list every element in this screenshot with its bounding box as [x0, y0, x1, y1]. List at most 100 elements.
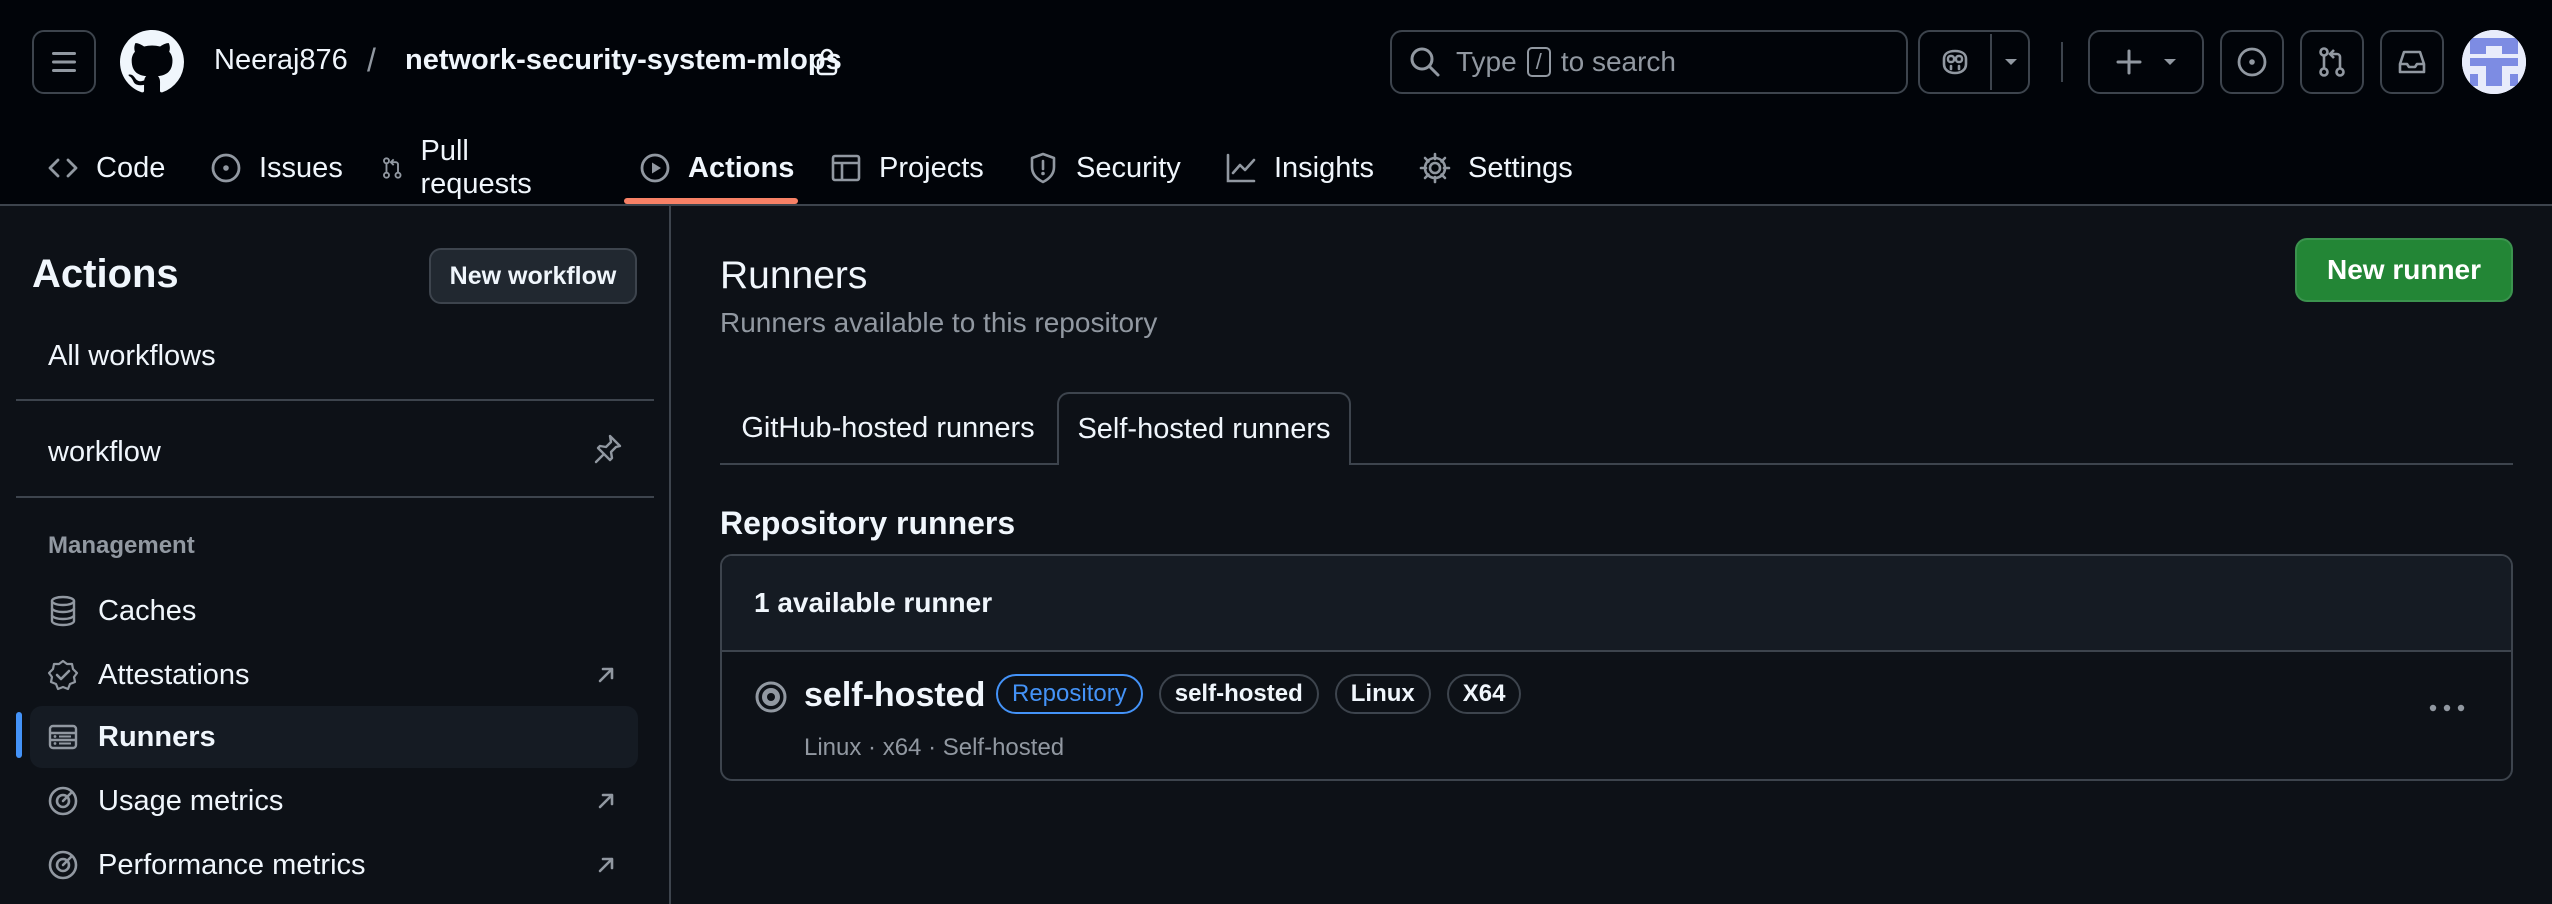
- page-subtitle: Runners available to this repository: [720, 307, 1158, 338]
- tab-insights[interactable]: Insights: [1224, 130, 1374, 206]
- tab-label: Self-hosted runners: [1077, 413, 1331, 445]
- triangle-down-icon: [2005, 59, 2017, 65]
- kebab-horizontal-icon[interactable]: [2427, 696, 2467, 720]
- section-title: Repository runners: [720, 505, 1016, 541]
- sidebar-item-label: Caches: [98, 594, 197, 627]
- gear-icon: [1419, 152, 1451, 184]
- runner-labels: Repository self-hosted Linux X64: [996, 674, 1522, 714]
- page-title: Runners: [720, 254, 868, 297]
- header-divider: [2061, 42, 2063, 82]
- sidebar-item-caches[interactable]: Caches: [30, 580, 638, 642]
- active-item-indicator: [16, 712, 22, 758]
- tab-pull-requests[interactable]: Pull requests: [380, 130, 541, 206]
- tab-github-hosted-runners[interactable]: GitHub-hosted runners: [720, 392, 1056, 465]
- link-external-icon: [598, 857, 614, 873]
- runner-label-repository: Repository: [996, 674, 1143, 714]
- sidebar-title: Actions: [32, 252, 179, 296]
- issue-opened-icon: [211, 153, 241, 183]
- link-external-icon: [598, 793, 614, 809]
- runners-count-header: 1 available runner: [722, 556, 2511, 652]
- copilot-icon: [1942, 49, 1968, 75]
- database-icon: [50, 595, 76, 627]
- tab-issues-label: Issues: [259, 151, 343, 184]
- issue-opened-icon: [2237, 47, 2267, 77]
- verified-icon: [47, 659, 79, 691]
- play-icon: [640, 153, 670, 183]
- copilot-button-group: [1918, 30, 2030, 94]
- search-icon: [1410, 47, 1440, 77]
- tab-security[interactable]: Security: [1026, 130, 1181, 206]
- tab-pull-requests-label: Pull requests: [420, 135, 532, 200]
- triangle-down-icon: [2164, 59, 2176, 65]
- search-placeholder: Type / to search: [1456, 46, 1676, 78]
- tab-code[interactable]: Code: [46, 130, 165, 206]
- create-new-button[interactable]: [2088, 30, 2204, 94]
- sidebar-item-label: Runners: [98, 720, 216, 753]
- breadcrumb-separator: /: [367, 42, 376, 78]
- new-workflow-button[interactable]: New workflow: [429, 248, 637, 304]
- avatar-identicon: [2462, 30, 2526, 94]
- sidebar-item-usage-metrics[interactable]: Usage metrics: [30, 770, 638, 832]
- sidebar-item-runners[interactable]: Runners: [30, 706, 638, 768]
- runner-label-linux: Linux: [1334, 674, 1431, 714]
- tab-projects-label: Projects: [879, 151, 984, 184]
- copilot-button[interactable]: [1920, 32, 1990, 92]
- sidebar-divider: [16, 496, 654, 498]
- actions-sidebar: Actions New workflow All workflows workf…: [0, 206, 671, 904]
- user-avatar[interactable]: [2462, 30, 2526, 94]
- search-input[interactable]: Type / to search: [1390, 30, 1908, 94]
- repo-owner-link[interactable]: Neeraj876: [214, 44, 348, 77]
- runner-label-self-hosted: self-hosted: [1158, 674, 1319, 714]
- pull-requests-button[interactable]: [2300, 30, 2364, 94]
- inbox-button[interactable]: [2380, 30, 2444, 94]
- search-placeholder-prefix: Type: [1456, 46, 1517, 77]
- sidebar-item-label: Performance metrics: [98, 848, 366, 881]
- table-icon: [831, 154, 861, 182]
- tab-actions[interactable]: Actions: [638, 130, 794, 206]
- sidebar-item-label: Attestations: [98, 658, 250, 691]
- issues-button[interactable]: [2220, 30, 2284, 94]
- tab-issues[interactable]: Issues: [209, 130, 343, 206]
- shield-icon: [1030, 152, 1056, 184]
- runner-meta: Linux · x64 · Self-hosted: [804, 734, 1065, 761]
- runner-idle-status-icon: [755, 681, 787, 713]
- active-tab-underline: [624, 198, 798, 204]
- runner-row[interactable]: self-hosted Repository self-hosted Linux…: [722, 652, 2511, 779]
- tab-label: GitHub-hosted runners: [741, 412, 1035, 444]
- plus-icon: [2116, 49, 2142, 75]
- tab-settings[interactable]: Settings: [1418, 130, 1573, 206]
- pin-icon[interactable]: [590, 432, 624, 466]
- copilot-menu-button[interactable]: [1992, 32, 2030, 92]
- meter-icon: [48, 786, 78, 816]
- workflow-link[interactable]: workflow: [48, 436, 161, 469]
- code-icon: [48, 158, 78, 178]
- tab-code-label: Code: [96, 151, 166, 184]
- runners-count: 1 available runner: [754, 587, 993, 618]
- git-pull-request-icon: [2319, 47, 2345, 77]
- tab-projects[interactable]: Projects: [829, 130, 984, 206]
- tab-settings-label: Settings: [1468, 151, 1573, 184]
- sidebar-item-attestations[interactable]: Attestations: [30, 644, 638, 706]
- three-bars-icon: [52, 52, 76, 72]
- global-header: Neeraj876 / network-security-system-mlop…: [0, 0, 2552, 206]
- runners-list: 1 available runner self-hosted Repositor…: [720, 554, 2513, 781]
- tab-insights-label: Insights: [1274, 151, 1374, 184]
- inbox-icon: [2398, 50, 2426, 74]
- open-menu-button[interactable]: [32, 30, 96, 94]
- management-heading: Management: [48, 532, 195, 559]
- github-logo-icon[interactable]: [120, 30, 184, 94]
- runner-name-link[interactable]: self-hosted: [804, 676, 985, 715]
- repo-name-link[interactable]: network-security-system-mlops: [405, 44, 842, 77]
- new-runner-button[interactable]: New runner: [2295, 238, 2513, 302]
- search-shortcut-key: /: [1526, 47, 1551, 77]
- search-placeholder-suffix: to search: [1560, 46, 1676, 77]
- tab-self-hosted-runners[interactable]: Self-hosted runners: [1057, 392, 1351, 465]
- server-icon: [48, 724, 78, 750]
- link-external-icon: [598, 667, 614, 683]
- all-workflows-link[interactable]: All workflows: [48, 340, 216, 373]
- tab-actions-label: Actions: [688, 151, 795, 184]
- sidebar-item-label: Usage metrics: [98, 784, 284, 817]
- sidebar-item-performance-metrics[interactable]: Performance metrics: [30, 834, 638, 896]
- meter-icon: [48, 850, 78, 880]
- runner-label-x64: X64: [1446, 674, 1522, 714]
